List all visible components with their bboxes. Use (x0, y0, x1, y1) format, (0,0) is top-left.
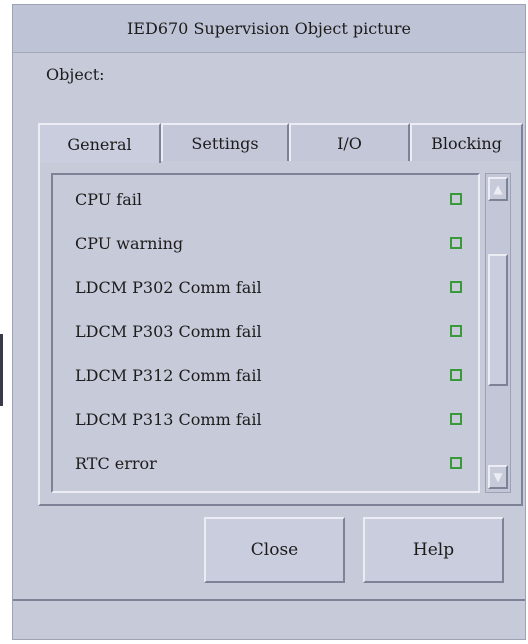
status-indicator-icon (450, 193, 462, 205)
tab-blocking[interactable]: Blocking (410, 123, 523, 161)
list-item: CPU warning (53, 221, 478, 265)
scroll-down-button[interactable]: ▼ (488, 465, 508, 489)
tab-label: Blocking (431, 133, 502, 153)
status-indicator-icon (450, 457, 462, 469)
status-indicator-icon (450, 325, 462, 337)
list-item: CPU fail (53, 177, 478, 221)
list-item: LDCM P302 Comm fail (53, 265, 478, 309)
tab-settings[interactable]: Settings (161, 123, 289, 161)
help-button[interactable]: Help (363, 517, 504, 583)
scroll-down-arrow-icon: ▼ (493, 470, 503, 484)
tab-io[interactable]: I/O (289, 123, 410, 161)
signal-label: LDCM P302 Comm fail (75, 277, 262, 297)
close-button[interactable]: Close (204, 517, 345, 583)
tab-general[interactable]: General (38, 123, 161, 163)
status-indicator-icon (450, 369, 462, 381)
background-edge (0, 334, 3, 406)
status-indicator-icon (450, 413, 462, 425)
signal-label: CPU fail (75, 189, 142, 209)
vertical-scrollbar[interactable]: ▲ ▼ (485, 173, 511, 493)
status-indicator-icon (450, 237, 462, 249)
scroll-up-arrow-icon: ▲ (493, 182, 503, 196)
supervision-dialog: IED670 Supervision Object picture Object… (12, 4, 526, 640)
tab-label: General (67, 134, 132, 154)
tab-label: Settings (191, 133, 259, 153)
signal-label: LDCM P312 Comm fail (75, 365, 262, 385)
title-bar[interactable]: IED670 Supervision Object picture (13, 5, 525, 53)
status-indicator-icon (450, 281, 462, 293)
signal-label: RTC error (75, 453, 157, 473)
status-bar (13, 599, 525, 639)
signal-label: LDCM P313 Comm fail (75, 409, 262, 429)
scroll-up-button[interactable]: ▲ (488, 177, 508, 201)
help-button-label: Help (412, 540, 455, 560)
list-item: RTC error (53, 441, 478, 485)
signal-label: CPU warning (75, 233, 184, 253)
signal-list: CPU fail CPU warning LDCM P302 Comm fail… (51, 173, 480, 493)
tab-strip: General Settings I/O Blocking (38, 123, 523, 163)
list-item: LDCM P312 Comm fail (53, 353, 478, 397)
general-tab-panel: CPU fail CPU warning LDCM P302 Comm fail… (38, 161, 523, 506)
signal-label: LDCM P303 Comm fail (75, 321, 262, 341)
object-label: Object: (46, 65, 105, 84)
list-item: LDCM P313 Comm fail (53, 397, 478, 441)
scroll-thumb[interactable] (488, 254, 508, 386)
tab-label: I/O (337, 133, 362, 153)
close-button-label: Close (250, 540, 299, 560)
window-title: IED670 Supervision Object picture (126, 19, 412, 38)
list-item: LDCM P303 Comm fail (53, 309, 478, 353)
